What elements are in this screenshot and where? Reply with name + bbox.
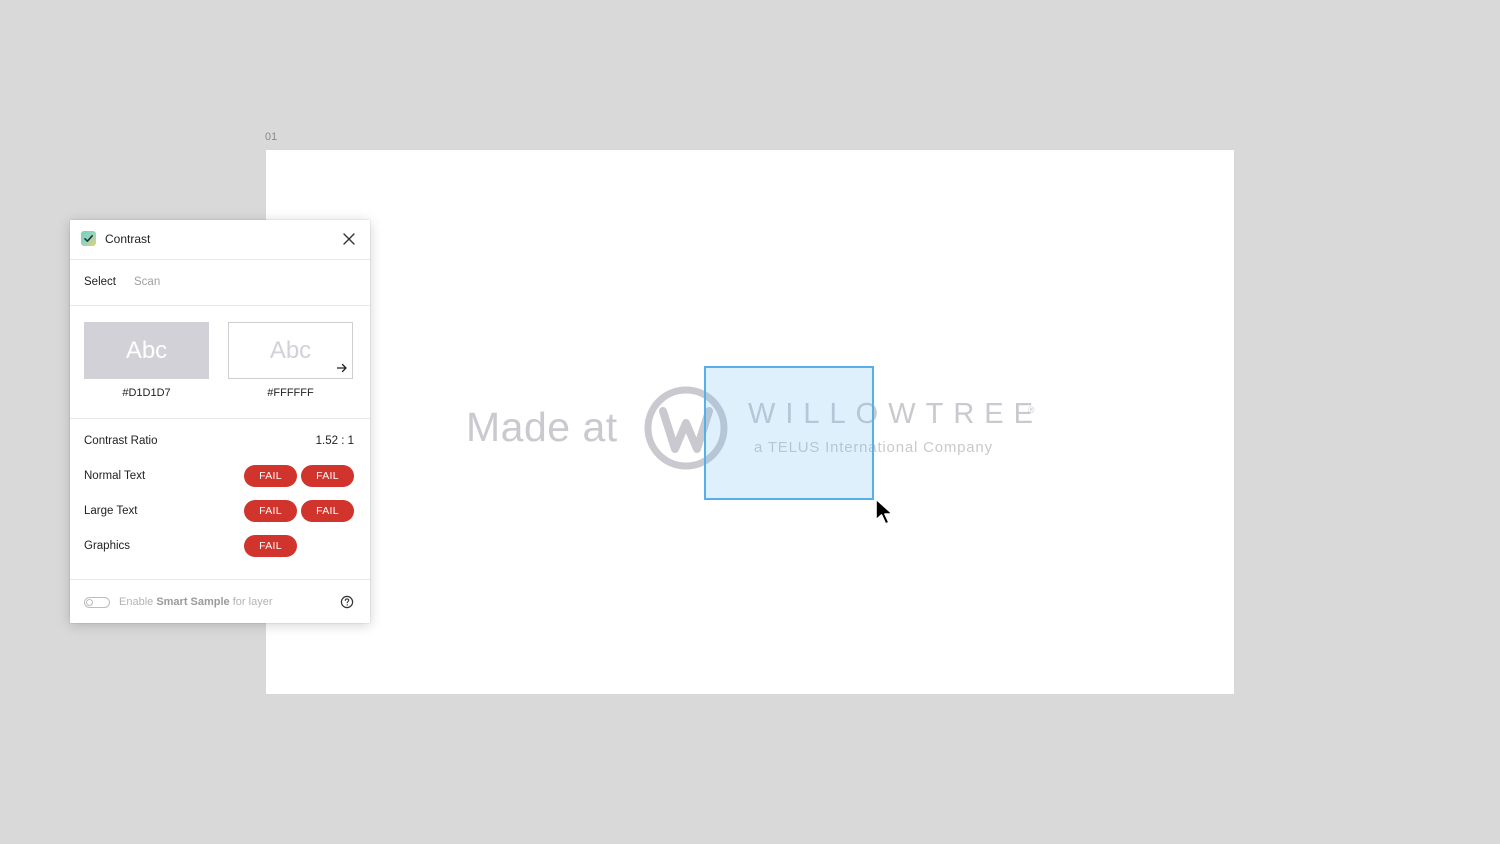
background-swatch[interactable]: Abc (228, 322, 353, 379)
artwork-registered-mark: ® (1028, 405, 1035, 415)
graphics-badge: FAIL (244, 535, 297, 557)
toggle-knob (86, 599, 93, 606)
help-icon[interactable] (340, 595, 354, 609)
large-text-aa-badge: FAIL (244, 500, 297, 522)
color-swatches: Abc Abc #D1D1D7 #FFFFFF (70, 306, 370, 419)
contrast-ratio-value: 1.52 : 1 (315, 435, 354, 447)
panel-title: Contrast (105, 232, 151, 246)
graphics-label: Graphics (84, 540, 131, 552)
large-text-label: Large Text (84, 505, 138, 517)
normal-text-aaa-badge: FAIL (301, 465, 354, 487)
contrast-results: Contrast Ratio 1.52 : 1 Normal Text FAIL… (70, 419, 370, 580)
artwork-made-at-text[interactable]: Made at (466, 404, 618, 451)
normal-text-aa-badge: FAIL (244, 465, 297, 487)
mode-tabs: Select Scan (70, 260, 370, 306)
background-hex[interactable]: #FFFFFF (228, 387, 353, 399)
marquee-selection[interactable] (704, 366, 874, 500)
panel-header: Contrast (70, 220, 370, 260)
tab-select[interactable]: Select (84, 276, 116, 288)
smart-sample-label: Enable Smart Sample for layer (119, 596, 273, 608)
contrast-plugin-icon (81, 231, 96, 246)
tab-scan[interactable]: Scan (134, 276, 160, 288)
mouse-cursor-icon (875, 498, 894, 525)
figma-canvas[interactable]: 01 Made at WILLOWTREE ® a TELUS Internat… (0, 0, 1500, 844)
foreground-hex[interactable]: #D1D1D7 (84, 387, 209, 399)
foreground-sample-text: Abc (125, 336, 168, 364)
arrow-right-icon[interactable] (336, 362, 348, 374)
normal-text-label: Normal Text (84, 470, 146, 482)
foreground-swatch[interactable]: Abc (84, 322, 209, 379)
smart-sample-toggle[interactable] (84, 597, 110, 608)
contrast-ratio-label: Contrast Ratio (84, 435, 158, 447)
large-text-aaa-badge: FAIL (301, 500, 354, 522)
frame-label[interactable]: 01 (265, 131, 277, 143)
background-sample-text: Abc (269, 336, 312, 364)
panel-footer: Enable Smart Sample for layer (70, 580, 370, 624)
contrast-plugin-panel: Contrast Select Scan Abc Abc #D1D1D7 #FF… (70, 220, 370, 623)
close-icon[interactable] (341, 231, 357, 247)
